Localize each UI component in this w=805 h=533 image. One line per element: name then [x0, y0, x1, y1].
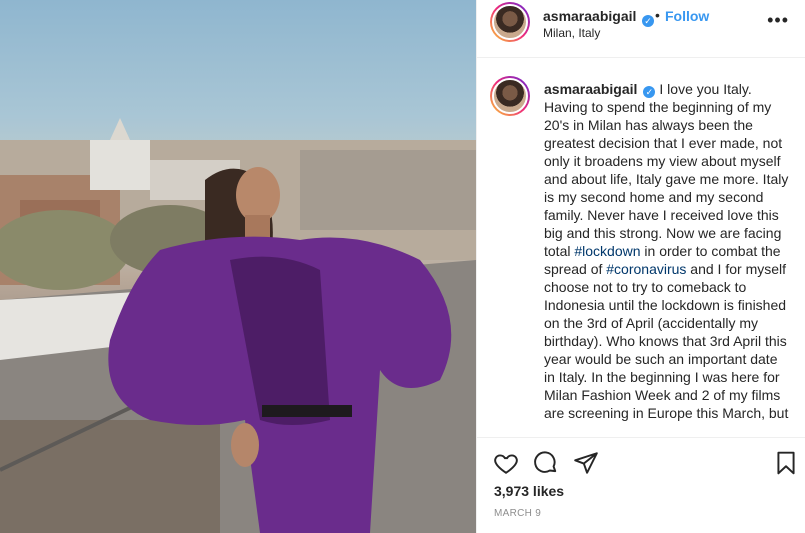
separator-dot: •	[655, 7, 660, 23]
follow-button[interactable]: Follow	[665, 8, 709, 24]
post-photo[interactable]	[0, 0, 476, 533]
caption-author-avatar[interactable]	[490, 76, 530, 116]
heart-icon[interactable]	[493, 450, 519, 476]
comment-icon[interactable]	[533, 450, 559, 476]
post-actions-bar	[477, 440, 805, 480]
likes-count[interactable]: 3,973 likes	[494, 483, 564, 499]
comments-section[interactable]: asmaraabigail ✓ I love you Italy. Having t…	[477, 58, 805, 438]
more-options-icon[interactable]: •••	[767, 10, 789, 31]
verified-badge-icon: ✓	[643, 86, 656, 98]
author-avatar[interactable]	[490, 2, 530, 42]
photo-illustration	[0, 118, 476, 533]
post-caption: asmaraabigail ✓ I love you Italy. Having t…	[544, 80, 792, 422]
caption-text-part-1: I love you Italy. Having to spend the be…	[544, 81, 789, 259]
post-date[interactable]: MARCH 9	[494, 508, 541, 519]
caption-text-part-3: and I for myself choose not to try to co…	[544, 261, 789, 421]
author-username[interactable]: asmaraabigail	[543, 8, 636, 24]
post-header: asmaraabigail ✓ • Follow Milan, Italy ••…	[477, 0, 805, 58]
post-side-panel: asmaraabigail ✓ • Follow Milan, Italy ••…	[476, 0, 805, 533]
hashtag-link-coronavirus[interactable]: #coronavirus	[606, 261, 686, 277]
bookmark-icon[interactable]	[773, 450, 799, 476]
caption-username[interactable]: asmaraabigail	[544, 81, 637, 97]
verified-badge-icon: ✓	[639, 10, 654, 28]
post-location[interactable]: Milan, Italy	[543, 26, 600, 40]
hashtag-link-lockdown[interactable]: #lockdown	[574, 243, 640, 259]
share-icon[interactable]	[573, 450, 599, 476]
